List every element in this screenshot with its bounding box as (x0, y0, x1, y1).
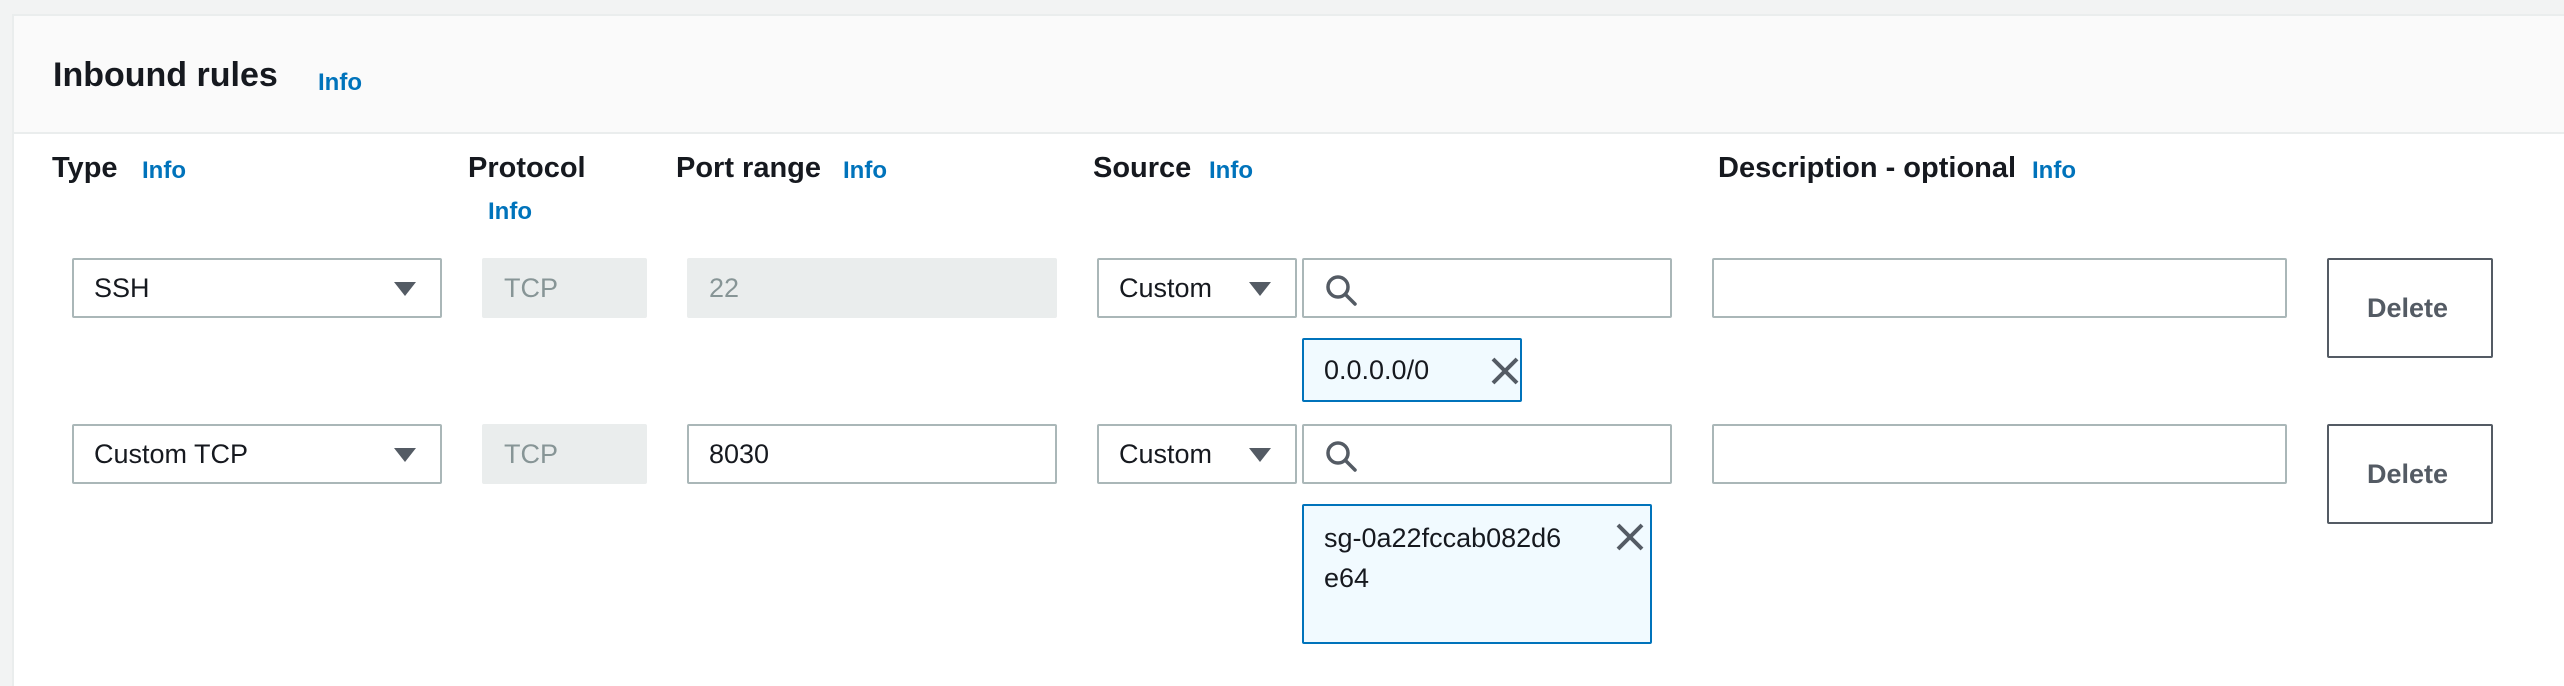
caret-down-icon (1249, 448, 1271, 462)
port-range-value: 8030 (709, 439, 770, 469)
type-select[interactable]: Custom TCP (72, 424, 442, 484)
inbound-rules-panel: Inbound rules Info (12, 14, 2564, 686)
source-type-select[interactable]: Custom (1097, 424, 1297, 484)
caret-down-icon (394, 282, 416, 296)
protocol-value: TCP (504, 273, 558, 303)
delete-rule-button[interactable]: Delete (2327, 424, 2493, 524)
delete-rule-button[interactable]: Delete (2327, 258, 2493, 358)
port-range-value: 22 (709, 273, 740, 303)
type-info-link[interactable]: Info (142, 157, 186, 185)
protocol-column-label: Protocol (468, 152, 586, 184)
source-info-link[interactable]: Info (1209, 157, 1253, 185)
type-select-value: SSH (94, 273, 150, 303)
protocol-field: TCP (482, 258, 647, 318)
close-icon[interactable] (1615, 522, 1645, 552)
source-token: sg-0a22fccab082d6e64 (1302, 504, 1652, 644)
caret-down-icon (1249, 282, 1271, 296)
header-info-link[interactable]: Info (318, 69, 362, 97)
protocol-info-link[interactable]: Info (488, 198, 532, 226)
search-icon (1326, 441, 1357, 472)
type-select[interactable]: SSH (72, 258, 442, 318)
protocol-field: TCP (482, 424, 647, 484)
type-column-label: Type (52, 152, 118, 184)
panel-header: Inbound rules Info (14, 16, 2564, 134)
source-type-value: Custom (1119, 439, 1213, 469)
search-icon (1326, 275, 1357, 306)
source-token-label: sg-0a22fccab082d6e64 (1324, 523, 1562, 593)
source-column-label: Source (1093, 152, 1192, 184)
description-info-link[interactable]: Info (2032, 157, 2076, 185)
source-type-select[interactable]: Custom (1097, 258, 1297, 318)
port-range-input: 22 (687, 258, 1057, 318)
source-token-label: 0.0.0.0/0 (1324, 355, 1430, 385)
source-token: 0.0.0.0/0 (1302, 338, 1522, 402)
source-search-input[interactable] (1302, 258, 1672, 318)
port-range-input[interactable]: 8030 (687, 424, 1057, 484)
description-input[interactable] (1712, 258, 2287, 318)
protocol-value: TCP (504, 439, 558, 469)
close-icon[interactable] (1490, 356, 1520, 386)
description-input[interactable] (1712, 424, 2287, 484)
source-type-value: Custom (1119, 273, 1213, 303)
panel-title: Inbound rules (53, 56, 278, 94)
type-select-value: Custom TCP (94, 439, 249, 469)
port-range-column-label: Port range (676, 152, 822, 184)
port-range-info-link[interactable]: Info (843, 157, 887, 185)
source-search-input[interactable] (1302, 424, 1672, 484)
description-column-label: Description - optional (1718, 152, 2017, 184)
caret-down-icon (394, 448, 416, 462)
